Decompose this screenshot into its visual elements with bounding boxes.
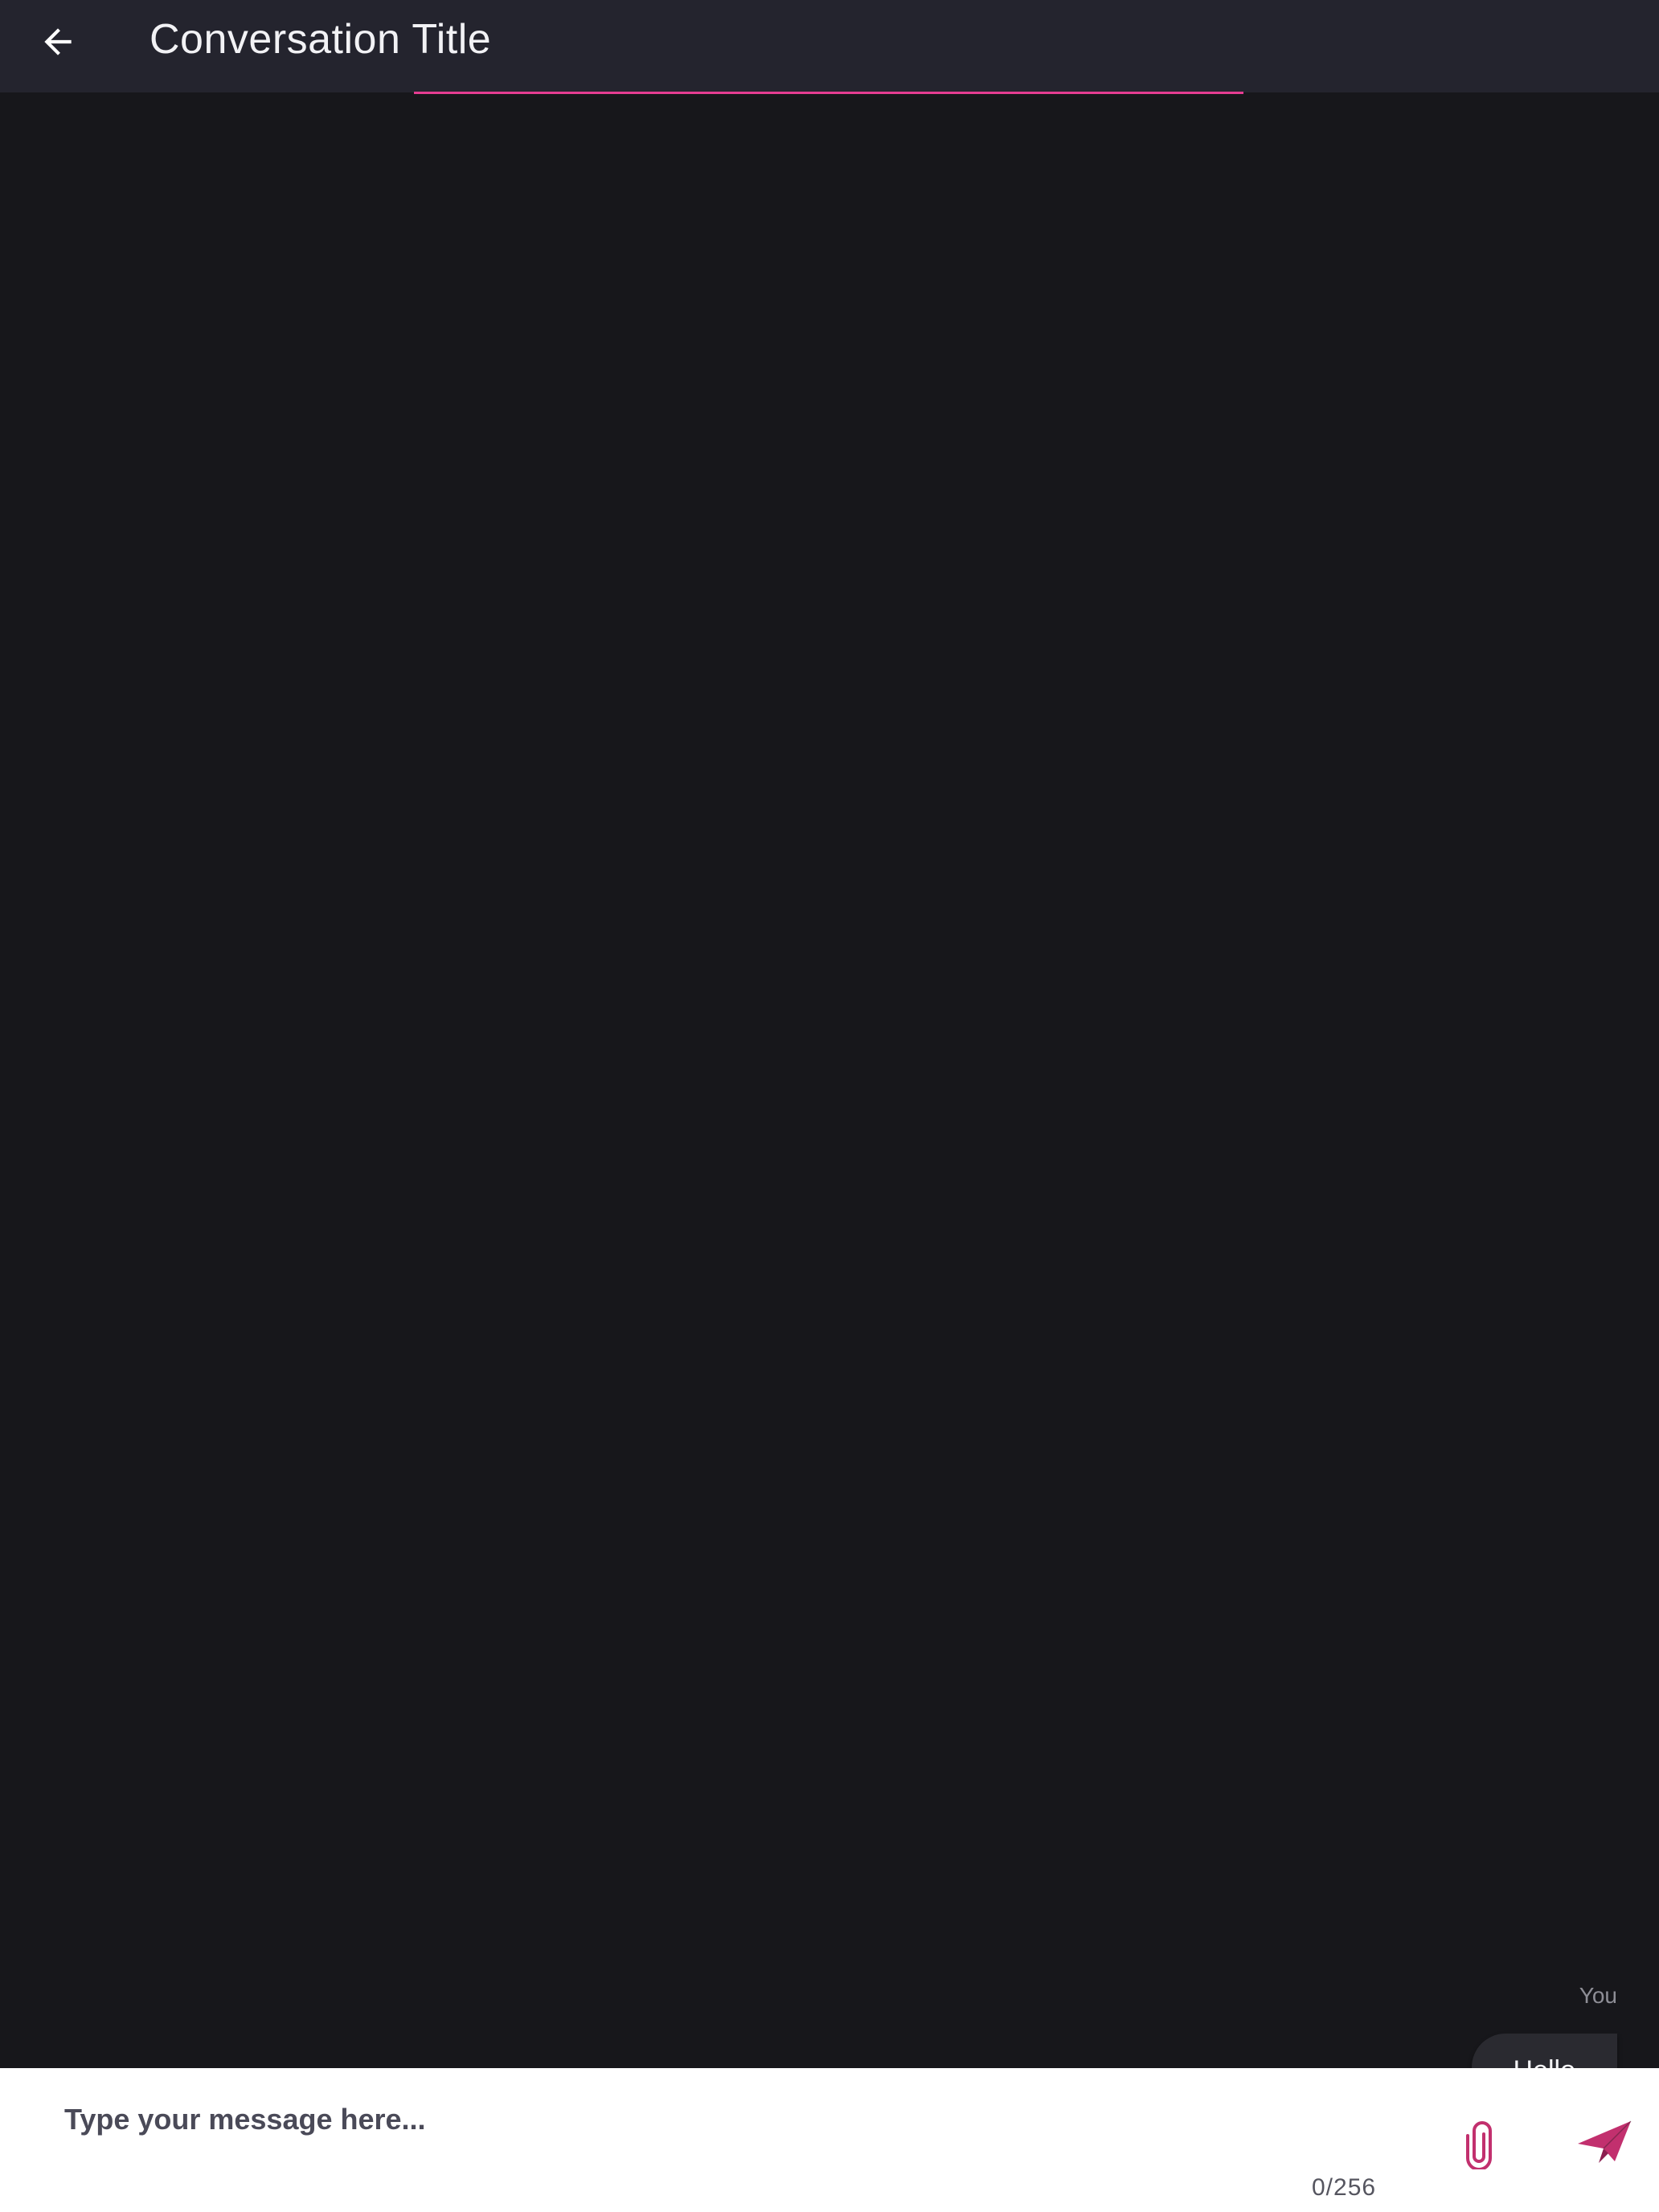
message-list[interactable]: You Hello: [0, 94, 1659, 2108]
chat-screen: Conversation Title You Hello 0/256: [0, 0, 1659, 2212]
page-title: Conversation Title: [150, 16, 492, 63]
send-button[interactable]: [1572, 2110, 1636, 2174]
back-button[interactable]: [24, 8, 92, 76]
message-input[interactable]: [64, 2087, 1366, 2152]
app-bar: Conversation Title: [0, 0, 1659, 92]
message-sender-label: You: [1579, 1983, 1617, 2008]
attach-button[interactable]: [1453, 2113, 1505, 2177]
arrow-left-icon: [44, 28, 72, 55]
message-composer: 0/256: [0, 2068, 1659, 2212]
paper-plane-icon: [1578, 2120, 1632, 2163]
paperclip-icon: [1466, 2121, 1492, 2169]
character-counter: 0/256: [1312, 2174, 1377, 2201]
